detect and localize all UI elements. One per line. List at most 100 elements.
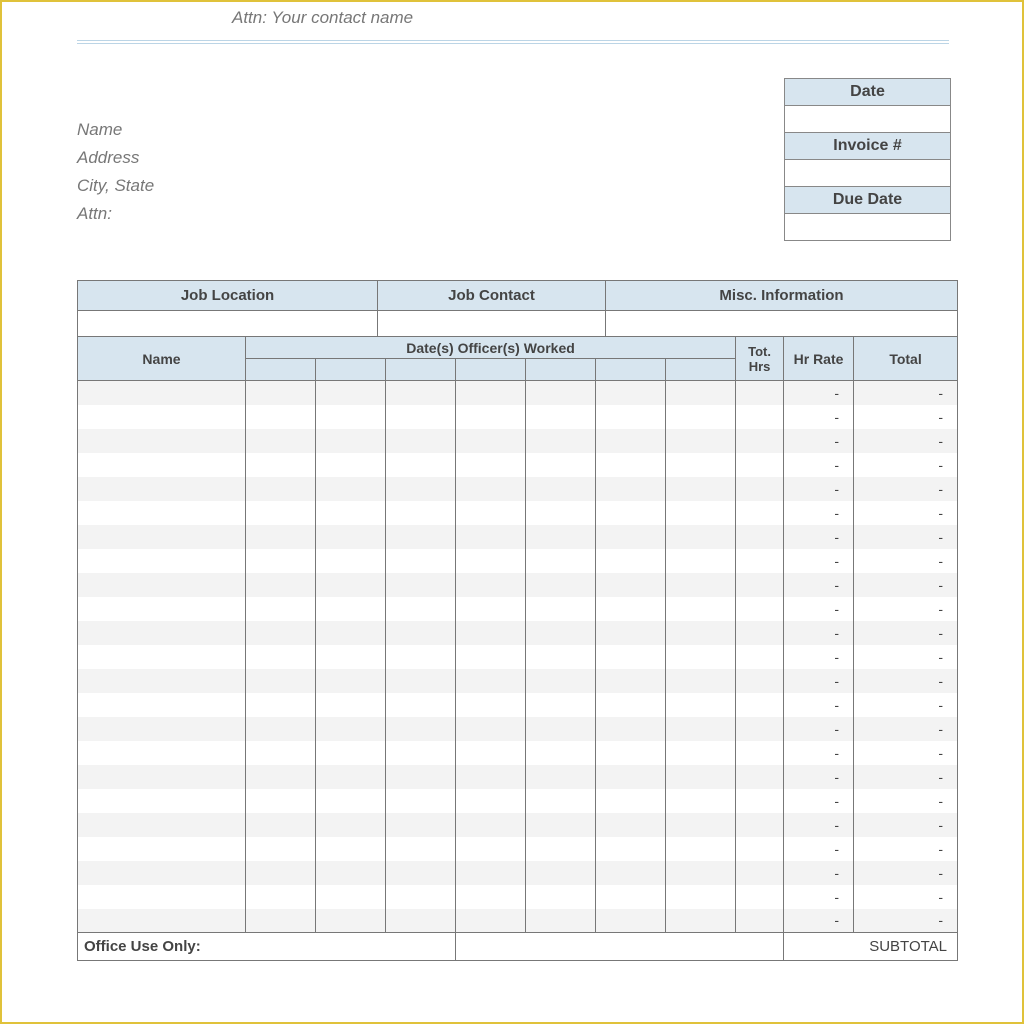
table-cell[interactable] <box>666 837 736 861</box>
table-cell[interactable] <box>316 405 386 429</box>
table-cell[interactable] <box>596 693 666 717</box>
table-cell[interactable] <box>78 621 246 645</box>
table-cell[interactable] <box>316 453 386 477</box>
table-cell[interactable] <box>596 765 666 789</box>
table-cell[interactable] <box>78 909 246 933</box>
table-cell[interactable]: - <box>784 621 854 645</box>
table-cell[interactable] <box>736 837 784 861</box>
table-cell[interactable] <box>246 813 316 837</box>
table-cell[interactable] <box>666 909 736 933</box>
table-cell[interactable] <box>596 597 666 621</box>
table-cell[interactable] <box>386 621 456 645</box>
table-cell[interactable] <box>316 693 386 717</box>
table-cell[interactable] <box>666 813 736 837</box>
table-cell[interactable] <box>78 669 246 693</box>
table-cell[interactable] <box>78 381 246 405</box>
table-cell[interactable] <box>666 573 736 597</box>
table-cell[interactable] <box>386 525 456 549</box>
table-cell[interactable] <box>456 909 526 933</box>
table-cell[interactable]: - <box>854 597 958 621</box>
table-cell[interactable] <box>456 381 526 405</box>
table-cell[interactable] <box>78 453 246 477</box>
table-cell[interactable] <box>246 717 316 741</box>
table-cell[interactable]: - <box>784 477 854 501</box>
table-cell[interactable] <box>78 501 246 525</box>
table-cell[interactable] <box>456 525 526 549</box>
table-cell[interactable] <box>736 861 784 885</box>
table-cell[interactable] <box>316 477 386 501</box>
table-cell[interactable] <box>78 645 246 669</box>
table-cell[interactable]: - <box>854 789 958 813</box>
table-cell[interactable] <box>456 573 526 597</box>
table-cell[interactable] <box>736 789 784 813</box>
table-cell[interactable] <box>596 525 666 549</box>
invoice-num-value[interactable] <box>784 159 951 187</box>
table-cell[interactable] <box>526 597 596 621</box>
table-cell[interactable] <box>246 597 316 621</box>
table-cell[interactable] <box>736 741 784 765</box>
table-cell[interactable] <box>526 909 596 933</box>
table-cell[interactable]: - <box>784 741 854 765</box>
table-cell[interactable] <box>386 549 456 573</box>
table-cell[interactable]: - <box>784 813 854 837</box>
table-cell[interactable] <box>526 477 596 501</box>
table-cell[interactable] <box>246 573 316 597</box>
table-cell[interactable] <box>736 909 784 933</box>
table-cell[interactable] <box>78 837 246 861</box>
table-cell[interactable] <box>596 405 666 429</box>
table-cell[interactable] <box>456 669 526 693</box>
table-cell[interactable] <box>246 789 316 813</box>
table-cell[interactable] <box>78 549 246 573</box>
table-cell[interactable]: - <box>784 909 854 933</box>
table-cell[interactable]: - <box>784 453 854 477</box>
table-cell[interactable] <box>246 765 316 789</box>
table-cell[interactable] <box>78 741 246 765</box>
table-cell[interactable]: - <box>854 429 958 453</box>
table-cell[interactable] <box>526 405 596 429</box>
table-cell[interactable] <box>526 813 596 837</box>
cell-misc-info[interactable] <box>606 311 958 337</box>
table-cell[interactable] <box>316 813 386 837</box>
table-cell[interactable] <box>526 429 596 453</box>
table-cell[interactable] <box>456 429 526 453</box>
table-cell[interactable] <box>526 837 596 861</box>
table-cell[interactable] <box>246 621 316 645</box>
table-cell[interactable]: - <box>854 861 958 885</box>
table-cell[interactable] <box>456 501 526 525</box>
table-cell[interactable] <box>596 909 666 933</box>
table-cell[interactable] <box>386 645 456 669</box>
table-cell[interactable] <box>526 885 596 909</box>
table-cell[interactable] <box>526 645 596 669</box>
table-cell[interactable] <box>246 381 316 405</box>
table-cell[interactable] <box>736 885 784 909</box>
table-cell[interactable] <box>316 741 386 765</box>
table-cell[interactable] <box>316 501 386 525</box>
table-cell[interactable] <box>246 405 316 429</box>
table-cell[interactable] <box>666 405 736 429</box>
table-cell[interactable] <box>386 789 456 813</box>
table-cell[interactable] <box>736 645 784 669</box>
table-cell[interactable] <box>596 573 666 597</box>
table-cell[interactable] <box>78 789 246 813</box>
table-cell[interactable] <box>386 429 456 453</box>
table-cell[interactable] <box>596 717 666 741</box>
table-cell[interactable]: - <box>854 765 958 789</box>
table-cell[interactable] <box>78 429 246 453</box>
table-cell[interactable] <box>78 813 246 837</box>
table-cell[interactable] <box>78 477 246 501</box>
table-cell[interactable] <box>78 861 246 885</box>
table-cell[interactable] <box>736 573 784 597</box>
table-cell[interactable] <box>526 501 596 525</box>
table-cell[interactable] <box>456 405 526 429</box>
table-cell[interactable] <box>736 381 784 405</box>
table-cell[interactable] <box>456 717 526 741</box>
table-cell[interactable] <box>736 525 784 549</box>
table-cell[interactable]: - <box>784 501 854 525</box>
table-cell[interactable] <box>456 453 526 477</box>
table-cell[interactable] <box>316 765 386 789</box>
table-cell[interactable] <box>78 693 246 717</box>
table-cell[interactable]: - <box>854 381 958 405</box>
table-cell[interactable] <box>666 885 736 909</box>
table-cell[interactable]: - <box>784 861 854 885</box>
table-cell[interactable] <box>386 381 456 405</box>
